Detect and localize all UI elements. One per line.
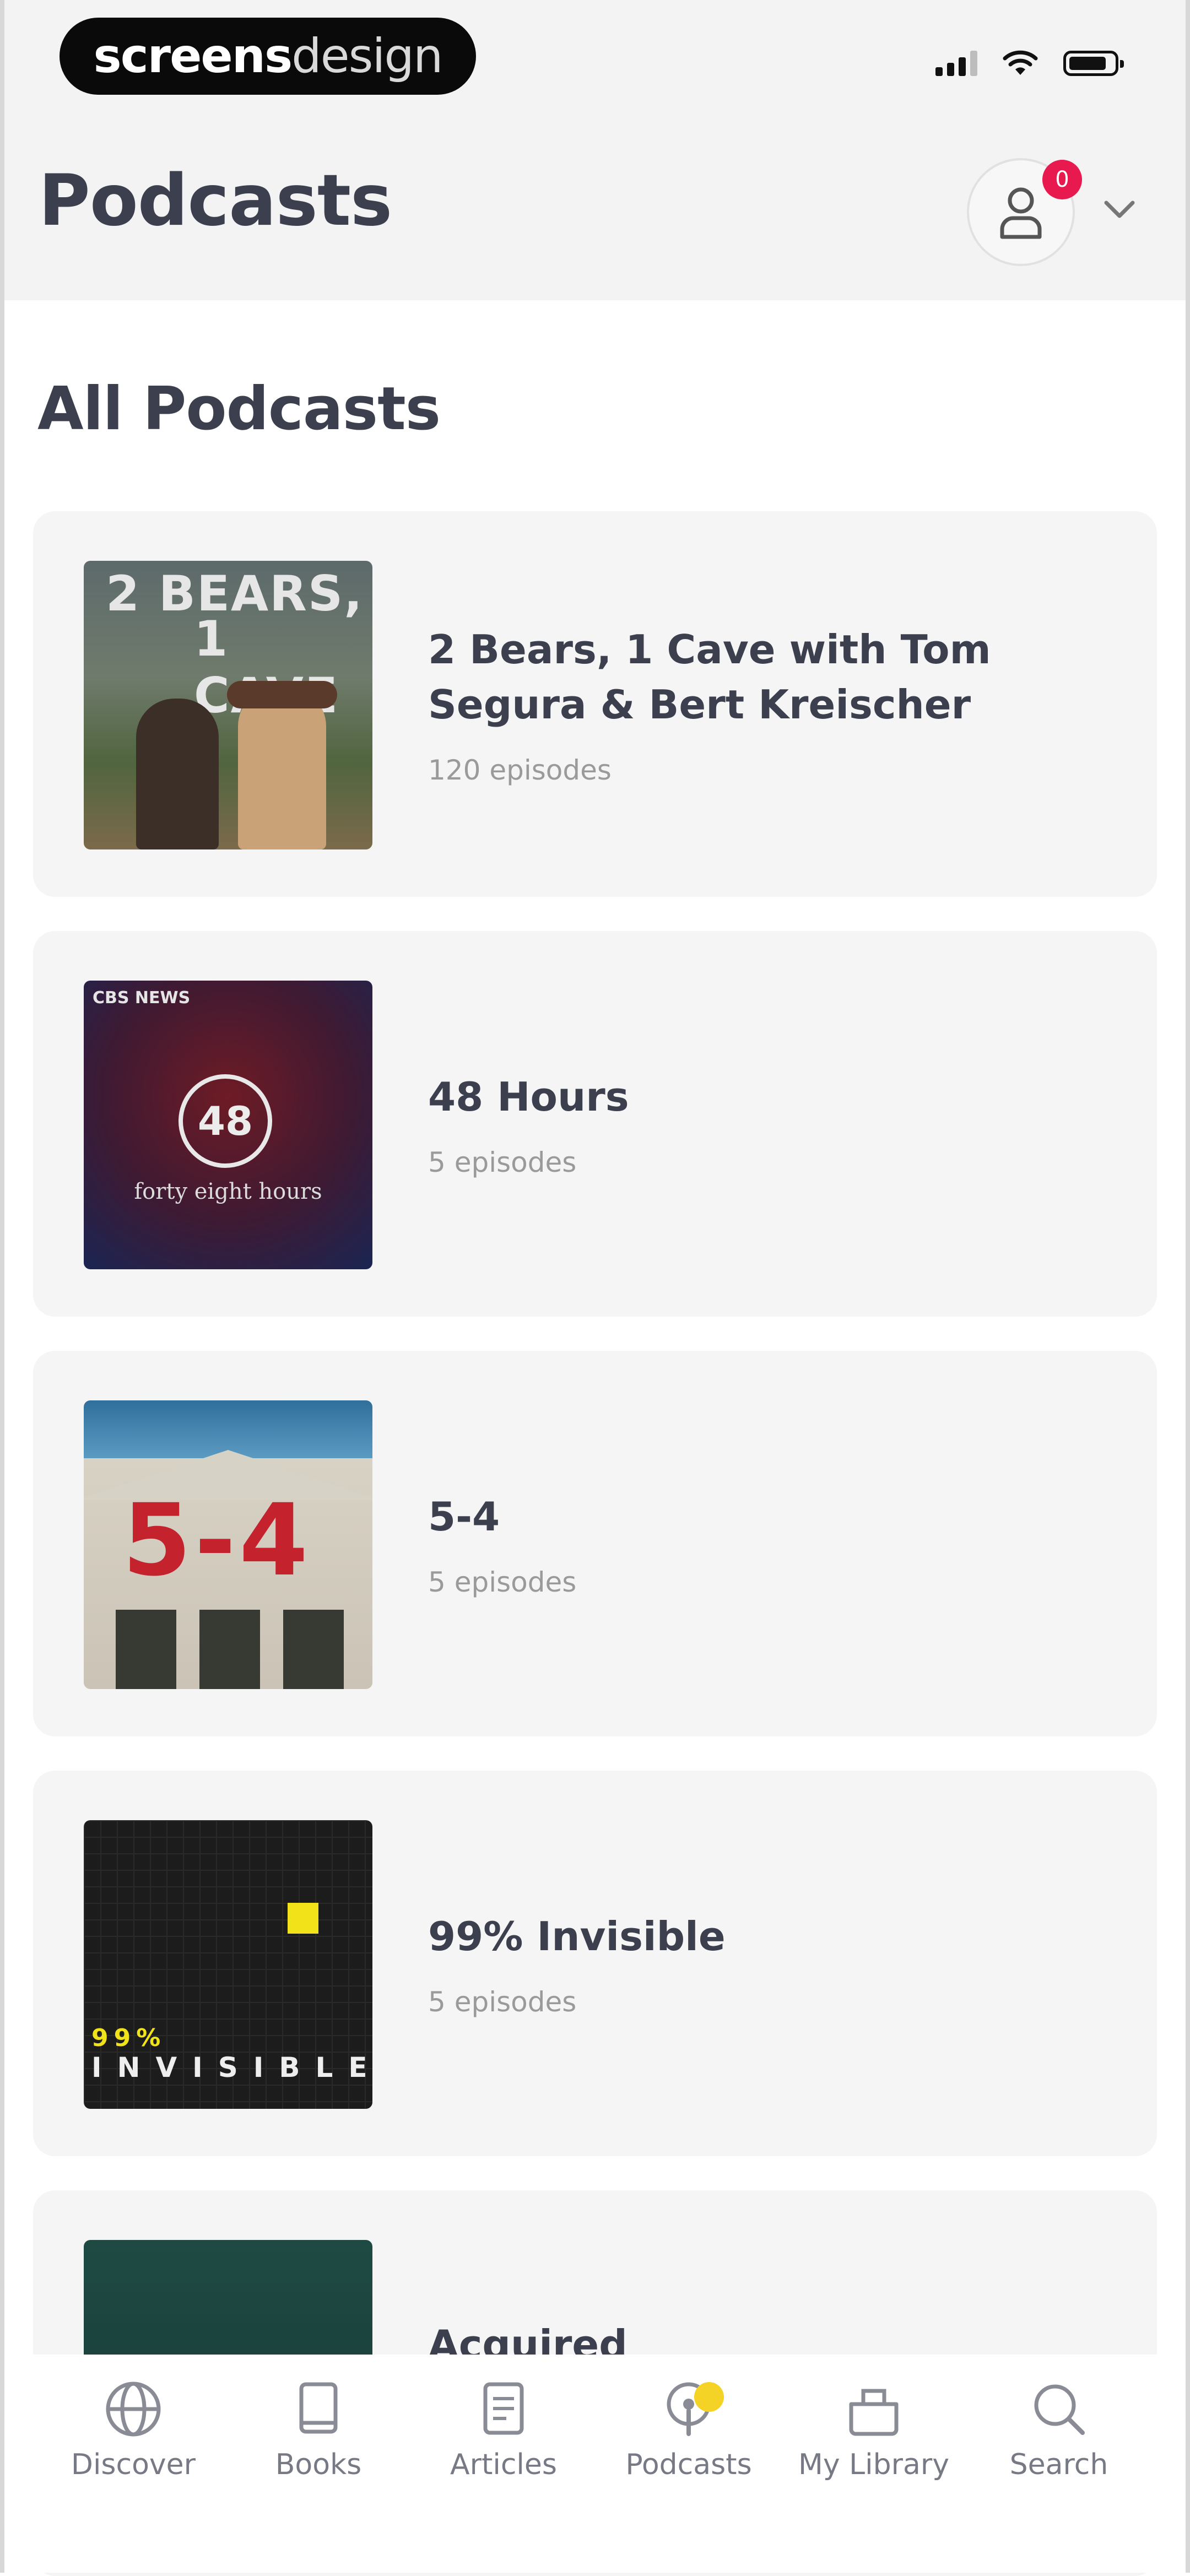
watermark-light: design bbox=[291, 29, 443, 84]
episode-count: 5 episodes bbox=[428, 1566, 577, 1598]
podcast-cover: 2 BEARS, 1 CAVE bbox=[84, 561, 372, 849]
podcast-title: 99% Invisible bbox=[428, 1913, 726, 1960]
watermark-logo: screens design bbox=[60, 18, 476, 95]
user-icon bbox=[1000, 187, 1042, 239]
page-title: Podcasts bbox=[39, 160, 392, 242]
tab-bar: Discover Books Articles Podcasts My Libr… bbox=[4, 2355, 1186, 2573]
tab-podcasts[interactable]: Podcasts bbox=[606, 2377, 771, 2481]
tab-search[interactable]: Search bbox=[976, 2377, 1142, 2481]
tab-label: Podcasts bbox=[625, 2448, 752, 2481]
tab-label: Search bbox=[1009, 2448, 1108, 2481]
watermark-bold: screens bbox=[93, 29, 293, 84]
podcast-card[interactable]: CBS NEWS 48 forty eight hours 48 Hours 5… bbox=[33, 931, 1157, 1317]
globe-icon bbox=[106, 2382, 161, 2437]
section-title: All Podcasts bbox=[37, 375, 441, 443]
tab-discover[interactable]: Discover bbox=[51, 2377, 216, 2481]
episode-count: 120 episodes bbox=[428, 754, 612, 786]
cover-text: INVISIBLE bbox=[91, 2052, 372, 2083]
episode-count: 5 episodes bbox=[428, 1986, 577, 2018]
tab-books[interactable]: Books bbox=[236, 2377, 401, 2481]
frame-edge bbox=[0, 0, 4, 2573]
chevron-down-icon[interactable] bbox=[1102, 198, 1137, 220]
book-icon bbox=[299, 2382, 338, 2434]
tab-label: Discover bbox=[71, 2448, 196, 2481]
notification-badge: 0 bbox=[1042, 160, 1082, 199]
podcast-cover: 99% INVISIBLE bbox=[84, 1820, 372, 2109]
podcast-card[interactable]: 2 BEARS, 1 CAVE 2 Bears, 1 Cave with Tom… bbox=[33, 511, 1157, 897]
battery-icon bbox=[1063, 51, 1124, 76]
cover-subtitle: forty eight hours bbox=[134, 1179, 322, 1204]
podcast-card[interactable]: 5-4 5-4 5 episodes bbox=[33, 1351, 1157, 1736]
article-icon bbox=[483, 2382, 524, 2435]
episode-count: 5 episodes bbox=[428, 1146, 577, 1178]
library-icon bbox=[849, 2389, 899, 2436]
frame-edge bbox=[1186, 0, 1190, 2573]
signal-icon bbox=[935, 50, 977, 76]
podcast-card[interactable]: 99% INVISIBLE 99% Invisible 5 episodes bbox=[33, 1771, 1157, 2156]
status-bar bbox=[935, 50, 1124, 76]
tab-label: Articles bbox=[450, 2448, 557, 2481]
cover-brand: CBS NEWS bbox=[93, 988, 191, 1008]
cover-number: 48 bbox=[178, 1074, 272, 1168]
podcast-cover: 5-4 bbox=[84, 1400, 372, 1689]
wifi-icon bbox=[1003, 50, 1038, 75]
tab-articles[interactable]: Articles bbox=[421, 2377, 586, 2481]
tab-my-library[interactable]: My Library bbox=[791, 2377, 956, 2481]
cover-text: 5-4 bbox=[122, 1483, 312, 1598]
podcast-title: 48 Hours bbox=[428, 1074, 629, 1120]
tab-label: Books bbox=[275, 2448, 362, 2481]
podcast-cover: CBS NEWS 48 forty eight hours bbox=[84, 981, 372, 1269]
search-icon bbox=[1034, 2384, 1085, 2435]
cover-text: 99% bbox=[91, 2024, 166, 2052]
tab-label: My Library bbox=[798, 2448, 949, 2481]
active-indicator bbox=[694, 2382, 724, 2412]
podcast-title: 2 Bears, 1 Cave with Tom Segura & Bert K… bbox=[428, 626, 991, 728]
podcast-title: 5-4 bbox=[428, 1493, 500, 1540]
